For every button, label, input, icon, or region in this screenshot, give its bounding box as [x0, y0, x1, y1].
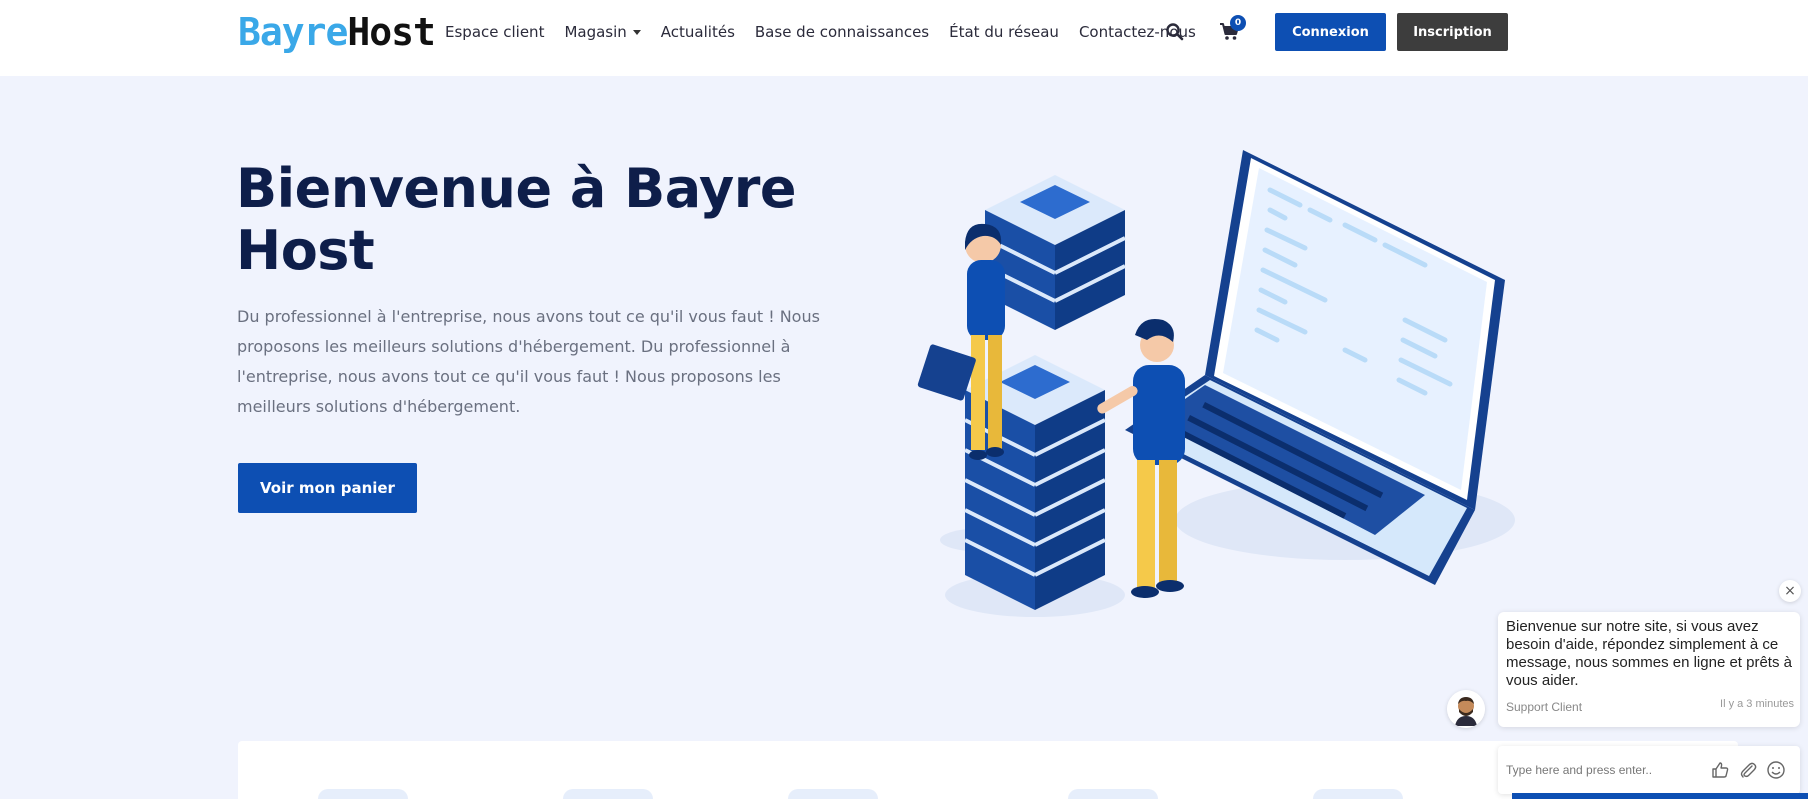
emoji-icon[interactable] — [1766, 760, 1786, 780]
hero-illustration — [917, 150, 1515, 617]
hero-title: Bienvenue à Bayre Host — [236, 157, 797, 282]
chat-message-text: Bienvenue sur notre site, si vous avez b… — [1506, 618, 1792, 689]
paperclip-icon[interactable] — [1738, 760, 1758, 780]
chat-timestamp: Il y a 3 minutes — [1720, 698, 1794, 710]
nav-magasin[interactable]: Magasin — [564, 21, 641, 43]
chat-message-bubble[interactable]: Bienvenue sur notre site, si vous avez b… — [1498, 612, 1800, 727]
nav-etat-reseau[interactable]: État du réseau — [949, 21, 1059, 43]
woman-figure-illustration — [917, 223, 1005, 460]
logo-text-secondary: Host — [347, 10, 436, 54]
chat-sender-name: Support Client — [1506, 700, 1583, 714]
card-decoration — [563, 789, 653, 799]
register-button[interactable]: Inscription — [1397, 13, 1508, 51]
card-decoration — [788, 789, 878, 799]
nav-actualites[interactable]: Actualités — [661, 21, 735, 43]
search-icon[interactable] — [1165, 22, 1185, 42]
card-decoration — [1068, 789, 1158, 799]
caret-down-icon — [632, 30, 641, 35]
hero-description: Du professionnel à l'entreprise, nous av… — [237, 307, 820, 416]
cart-count-badge: 0 — [1230, 15, 1246, 31]
nav-magasin-label: Magasin — [564, 23, 627, 41]
card-decoration — [318, 789, 408, 799]
chat-close-button[interactable]: × — [1779, 580, 1801, 602]
card-decoration — [1313, 789, 1403, 799]
main-nav: Espace client Magasin Actualités Base de… — [445, 21, 1196, 43]
nav-espace-client[interactable]: Espace client — [445, 21, 544, 43]
chat-input-area — [1498, 746, 1800, 794]
nav-base-connaissances[interactable]: Base de connaissances — [755, 21, 929, 43]
login-button[interactable]: Connexion — [1275, 13, 1386, 51]
chat-launcher-bar[interactable] — [1512, 793, 1808, 799]
man-figure-illustration — [1097, 319, 1185, 598]
thumbs-up-icon[interactable] — [1710, 760, 1730, 780]
site-header: BayreHost Espace client Magasin Actualit… — [0, 0, 1808, 76]
logo-text-primary: Bayre — [238, 10, 348, 54]
support-avatar — [1447, 690, 1485, 728]
logo[interactable]: BayreHost — [238, 10, 436, 54]
server-top-illustration — [984, 175, 1126, 330]
chat-message-input[interactable] — [1506, 758, 1696, 782]
server-tower-illustration — [964, 355, 1106, 610]
view-cart-button[interactable]: Voir mon panier — [238, 463, 417, 513]
